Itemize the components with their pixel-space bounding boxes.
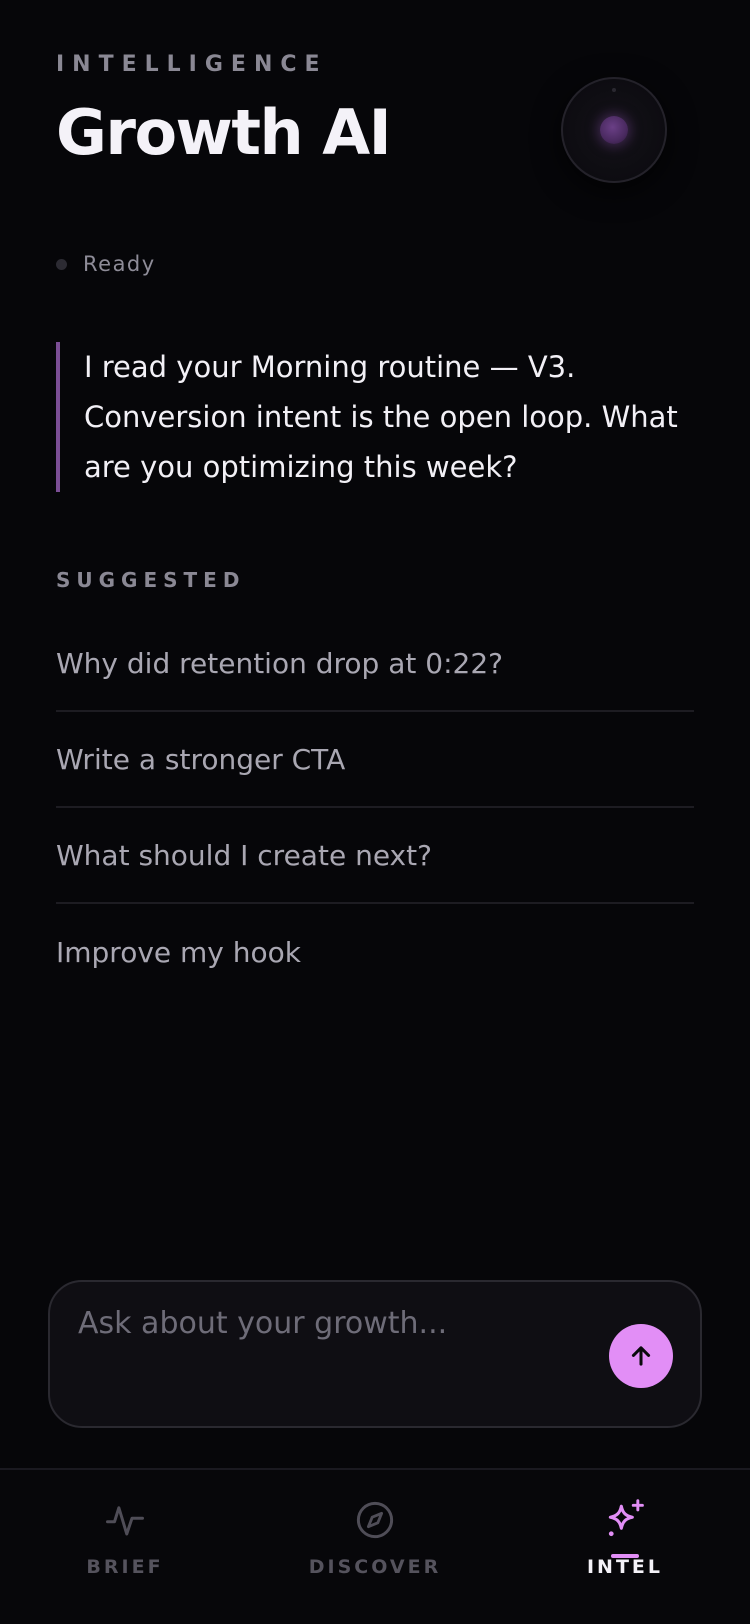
status-indicator: Ready (56, 252, 156, 276)
active-tab-indicator (611, 1554, 639, 1558)
page-title: Growth AI (56, 96, 392, 169)
orb-highlight (612, 88, 616, 92)
status-dot-icon (56, 258, 67, 270)
send-button[interactable] (609, 1324, 673, 1388)
suggested-heading: SUGGESTED (56, 568, 246, 592)
tab-label: INTEL (586, 1556, 664, 1578)
bottom-tab-bar: BRIEF DISCOVER INTEL (0, 1468, 750, 1624)
assistant-message: I read your Morning routine — V3. Conver… (56, 342, 686, 492)
arrow-up-icon (631, 1346, 651, 1366)
suggestion-item[interactable]: Write a stronger CTA (56, 712, 694, 808)
status-label: Ready (83, 252, 156, 276)
pulse-icon (103, 1498, 147, 1542)
tab-label: DISCOVER (308, 1556, 442, 1578)
suggestion-item[interactable]: Improve my hook (56, 904, 694, 1000)
tab-intel[interactable]: INTEL (525, 1498, 725, 1598)
orb-core (600, 116, 628, 144)
section-eyebrow: INTELLIGENCE (56, 52, 328, 77)
tab-label: BRIEF (86, 1556, 164, 1578)
suggestion-item[interactable]: Why did retention drop at 0:22? (56, 616, 694, 712)
assistant-message-text: I read your Morning routine — V3. Conver… (84, 350, 678, 484)
suggestion-item[interactable]: What should I create next? (56, 808, 694, 904)
message-composer (48, 1280, 702, 1428)
growth-ai-screen: INTELLIGENCE Growth AI Ready I read your… (0, 0, 750, 1624)
suggestion-list: Why did retention drop at 0:22? Write a … (56, 616, 694, 1000)
tab-discover[interactable]: DISCOVER (275, 1498, 475, 1598)
compass-icon (353, 1498, 397, 1542)
ask-input[interactable] (78, 1306, 578, 1341)
sparkles-icon (603, 1498, 647, 1542)
tab-brief[interactable]: BRIEF (25, 1498, 225, 1598)
ai-orb-icon[interactable] (561, 77, 667, 183)
